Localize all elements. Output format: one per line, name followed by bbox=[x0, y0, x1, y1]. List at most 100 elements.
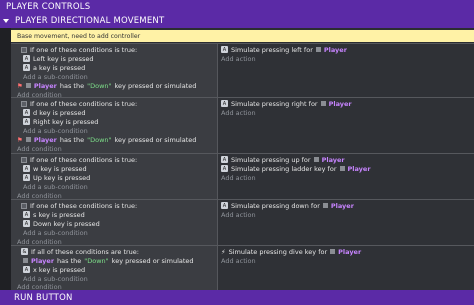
action-text[interactable]: Simulate pressing down for bbox=[231, 202, 320, 210]
player-object-icon bbox=[315, 47, 321, 52]
player-object-icon bbox=[313, 157, 319, 162]
condition-text[interactable]: Right key is pressed bbox=[33, 118, 98, 126]
add-subcondition-link[interactable]: Add a sub-condition bbox=[23, 229, 88, 237]
conditions-panel[interactable]: If one of these conditions is true: A Lef… bbox=[11, 44, 217, 99]
add-action-link[interactable]: Add action bbox=[221, 55, 256, 63]
event-comment[interactable]: Base movement, need to add controller bbox=[11, 30, 474, 42]
player-ref: Player bbox=[338, 247, 362, 256]
player-ref: Player bbox=[323, 45, 347, 54]
action-text[interactable]: Simulate pressing dive key for bbox=[229, 248, 328, 256]
group-player-movement[interactable]: PLAYER DIRECTIONAL MOVEMENT bbox=[0, 14, 474, 28]
event-block[interactable]: If one of these conditions is true: Ad k… bbox=[11, 97, 474, 153]
player-ref: Player bbox=[33, 135, 57, 144]
player-object-icon bbox=[322, 203, 328, 208]
keyboard-icon: A bbox=[23, 220, 30, 227]
keyboard-icon: A bbox=[221, 156, 228, 163]
condition-text[interactable]: w key is pressed bbox=[33, 165, 87, 173]
keyboard-icon: A bbox=[221, 100, 228, 107]
invert-icon: ⚑ bbox=[17, 81, 23, 90]
add-action-link[interactable]: Add action bbox=[221, 211, 256, 219]
keyboard-icon: A bbox=[221, 202, 228, 209]
player-object-icon bbox=[330, 249, 336, 254]
player-ref: Player bbox=[33, 81, 57, 90]
keyboard-icon: A bbox=[23, 174, 30, 181]
keyboard-icon: A bbox=[221, 165, 228, 172]
group-title: RUN BUTTON bbox=[14, 292, 73, 303]
invert-icon: ⚑ bbox=[17, 135, 23, 144]
cond-mid: has the bbox=[59, 81, 85, 90]
player-ref: Player bbox=[31, 256, 55, 265]
condition-text[interactable]: s key is pressed bbox=[33, 211, 85, 219]
actions-panel[interactable]: A Simulate pressing down for Player Add ac… bbox=[218, 200, 474, 245]
conditions-panel[interactable]: & If all of these conditions are true: Pl… bbox=[11, 246, 217, 291]
keyboard-icon: A bbox=[23, 266, 30, 273]
event-header: If one of these conditions is true: bbox=[30, 99, 138, 108]
add-subcondition-link[interactable]: Add a sub-condition bbox=[23, 127, 88, 135]
player-ref: Player bbox=[347, 164, 371, 173]
condition-text[interactable]: Up key is pressed bbox=[33, 174, 90, 182]
cond-post: key pressed or simulated bbox=[114, 135, 197, 144]
add-condition-link[interactable]: Add condition bbox=[17, 145, 62, 153]
condition-text[interactable]: d key is pressed bbox=[33, 109, 85, 117]
condition-text[interactable]: Left key is pressed bbox=[33, 55, 94, 63]
add-subcondition-link[interactable]: Add a sub-condition bbox=[23, 183, 88, 191]
player-object-icon bbox=[339, 166, 345, 171]
event-block[interactable]: If one of these conditions is true: A Lef… bbox=[11, 43, 474, 99]
condition-text[interactable]: Down key is pressed bbox=[33, 220, 100, 228]
conditions-panel[interactable]: If one of these conditions is true: As k… bbox=[11, 200, 217, 246]
cond-key: "Down" bbox=[87, 81, 112, 90]
keyboard-icon: A bbox=[23, 165, 30, 172]
group-title: PLAYER CONTROLS bbox=[6, 2, 91, 12]
condition-text[interactable]: a key is pressed bbox=[33, 64, 85, 72]
action-text[interactable]: Simulate pressing up for bbox=[231, 156, 311, 164]
add-subcondition-link[interactable]: Add a sub-condition bbox=[23, 73, 88, 81]
actions-panel[interactable]: A Simulate pressing right for Player Add a… bbox=[218, 98, 474, 153]
event-header: If one of these conditions is true: bbox=[30, 45, 138, 54]
event-block[interactable]: & If all of these conditions are true: Pl… bbox=[11, 245, 474, 291]
action-text[interactable]: Simulate pressing right for bbox=[231, 100, 318, 108]
player-object-icon bbox=[25, 137, 31, 142]
group-title: PLAYER DIRECTIONAL MOVEMENT bbox=[15, 16, 165, 26]
keyboard-icon: A bbox=[23, 211, 30, 218]
keyboard-icon: A bbox=[23, 118, 30, 125]
group-gutter bbox=[0, 28, 11, 290]
comment-text: Base movement, need to add controller bbox=[17, 32, 141, 40]
add-action-link[interactable]: Add action bbox=[221, 257, 256, 265]
player-ref: Player bbox=[328, 99, 352, 108]
event-header: If all of these conditions are true: bbox=[31, 247, 139, 256]
event-block[interactable]: If one of these conditions is true: As k… bbox=[11, 199, 474, 246]
drag-handle[interactable] bbox=[21, 156, 27, 163]
event-block[interactable]: If one of these conditions is true: Aw k… bbox=[11, 153, 474, 200]
conditions-panel[interactable]: If one of these conditions is true: Aw k… bbox=[11, 154, 217, 200]
conditions-panel[interactable]: If one of these conditions is true: Ad k… bbox=[11, 98, 217, 153]
cond-key: "Down" bbox=[87, 135, 112, 144]
cond-key: "Down" bbox=[84, 256, 109, 265]
actions-panel[interactable]: ⚡ Simulate pressing dive key for Player Ad… bbox=[218, 246, 474, 290]
actions-panel[interactable]: A Simulate pressing left for Player Add ac… bbox=[218, 44, 474, 97]
event-header: If one of these conditions is true: bbox=[30, 201, 138, 210]
player-object-icon bbox=[23, 258, 28, 263]
add-action-link[interactable]: Add action bbox=[221, 109, 256, 117]
keyboard-icon: A bbox=[221, 46, 228, 53]
drag-handle[interactable] bbox=[21, 202, 27, 209]
drag-handle[interactable] bbox=[21, 46, 27, 53]
group-run-button[interactable]: RUN BUTTON bbox=[0, 290, 474, 305]
player-ref: Player bbox=[330, 201, 354, 210]
actions-panel[interactable]: A Simulate pressing up for Player A Simulat… bbox=[218, 154, 474, 199]
cond-post: key pressed or simulated bbox=[111, 256, 194, 265]
keyboard-icon: A bbox=[23, 64, 30, 71]
action-text[interactable]: Simulate pressing ladder key for bbox=[231, 165, 337, 173]
drag-handle[interactable] bbox=[21, 100, 27, 107]
cond-post: key pressed or simulated bbox=[114, 81, 197, 90]
cond-mid: has the bbox=[57, 256, 82, 265]
add-action-link[interactable]: Add action bbox=[221, 174, 256, 182]
keyboard-icon: A bbox=[23, 109, 30, 116]
player-object-icon bbox=[25, 83, 31, 88]
group-player-controls[interactable]: PLAYER CONTROLS bbox=[0, 0, 474, 14]
player-ref: Player bbox=[321, 155, 345, 164]
action-text[interactable]: Simulate pressing left for bbox=[231, 46, 313, 54]
condition-text[interactable]: x key is pressed bbox=[33, 266, 85, 274]
keyboard-icon: A bbox=[23, 55, 30, 62]
dive-icon: ⚡ bbox=[221, 247, 226, 256]
event-header: If one of these conditions is true: bbox=[30, 155, 138, 164]
